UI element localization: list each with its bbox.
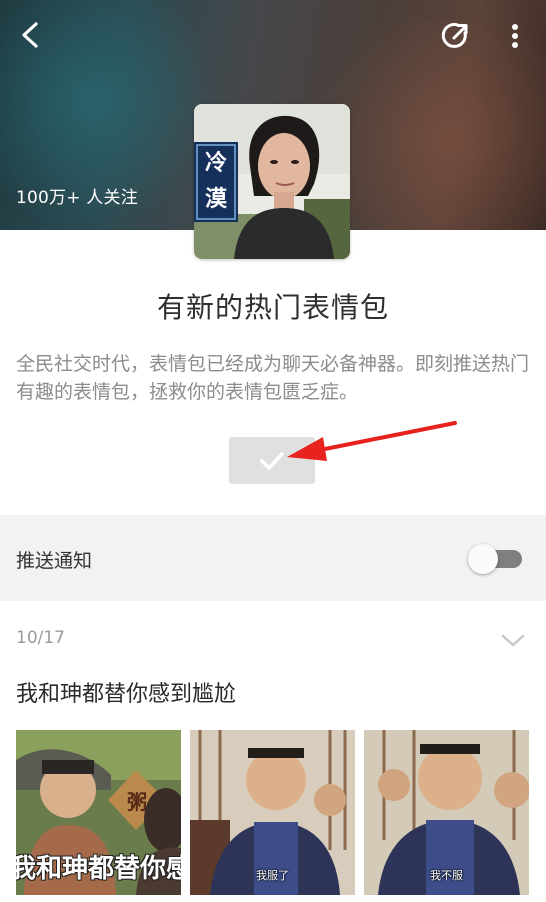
push-notification-toggle[interactable] <box>466 543 524 575</box>
more-vertical-icon <box>512 24 518 48</box>
post-image-1[interactable]: 粥 我和珅都替你感到尴尬 <box>16 730 181 895</box>
post-title: 我和珅都替你感到尴尬 <box>16 682 237 707</box>
post-image-2[interactable]: 我服了 <box>190 730 355 895</box>
toggle-knob <box>468 544 498 574</box>
avatar-stamp-text: 冷 <box>205 150 227 176</box>
back-chevron-icon <box>22 22 38 48</box>
post-image-2-caption: 我服了 <box>256 869 289 882</box>
more-options-button[interactable] <box>500 18 530 54</box>
post-image-3-caption: 我不服 <box>430 869 463 882</box>
push-notification-label: 推送通知 <box>16 550 93 572</box>
channel-title: 有新的热门表情包 <box>156 291 389 324</box>
checkmark-icon <box>260 452 284 470</box>
post-image-grid: 粥 我和珅都替你感到尴尬 我服了 <box>16 730 530 895</box>
channel-avatar: 冷 漠 <box>194 104 350 259</box>
svg-text:漠: 漠 <box>205 187 228 212</box>
annotation-arrow <box>287 421 457 461</box>
share-icon <box>441 22 468 48</box>
follower-count: 100万+ 人关注 <box>16 188 138 208</box>
post-image-1-caption: 我和珅都替你感到尴尬 <box>16 854 181 884</box>
post-image-3[interactable]: 我不服 <box>364 730 529 895</box>
share-button[interactable] <box>438 18 474 54</box>
post-date: 10/17 <box>16 628 65 648</box>
chevron-down-icon[interactable] <box>500 632 526 648</box>
post-image-1-stamp: 粥 <box>127 790 147 814</box>
back-button[interactable] <box>14 18 48 52</box>
channel-description: 全民社交时代，表情包已经成为聊天必备神器。即刻推送热门有趣的表情包，拯救你的表情… <box>16 353 530 403</box>
